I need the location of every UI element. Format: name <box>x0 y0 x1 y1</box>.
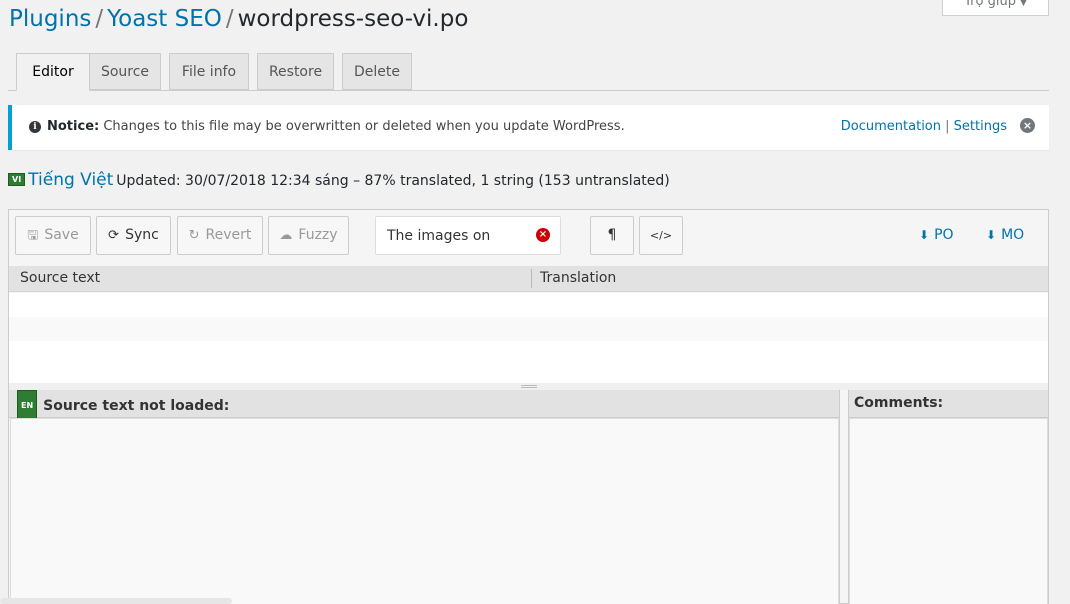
strings-grid-header: Source text Translation <box>9 266 1048 292</box>
documentation-link[interactable]: Documentation <box>841 119 941 134</box>
sync-label: Sync <box>125 227 159 243</box>
pilcrow-icon: ¶ <box>607 227 617 243</box>
code-icon: </> <box>649 229 673 242</box>
mo-label: MO <box>1001 227 1025 243</box>
dismiss-icon[interactable]: × <box>1020 118 1035 133</box>
breadcrumb-separator: / <box>95 6 104 32</box>
translation-column-header[interactable]: Translation <box>540 270 616 286</box>
notice-text: Changes to this file may be overwritten … <box>103 119 625 134</box>
tab-restore[interactable]: Restore <box>257 53 334 90</box>
tab-source[interactable]: Source <box>89 53 161 90</box>
source-text-area[interactable] <box>10 418 839 604</box>
download-icon: ⬇ <box>919 228 930 242</box>
table-row[interactable] <box>9 341 1048 365</box>
code-view-toggle-button[interactable]: </> <box>639 216 683 255</box>
save-label: Save <box>44 227 79 243</box>
notice-links: Documentation | Settings <box>841 119 1007 134</box>
revert-button[interactable]: ↻ Revert <box>177 216 263 255</box>
table-row[interactable] <box>9 317 1048 341</box>
sync-button[interactable]: ⟳ Sync <box>96 216 171 255</box>
source-pane: EN Source text not loaded: <box>9 390 840 604</box>
drag-handle-icon[interactable] <box>521 385 537 388</box>
info-icon: i <box>29 121 41 133</box>
cloud-icon: ☁ <box>279 228 293 243</box>
update-notice: i Notice: Changes to this file may be ov… <box>8 105 1049 150</box>
horizontal-scrollbar[interactable] <box>0 598 232 604</box>
breadcrumb: Plugins / Yoast SEO / wordpress-seo-vi.po <box>9 6 468 32</box>
filter-search: × <box>375 216 561 255</box>
locale-status-text: Updated: 30/07/2018 12:34 sáng – 87% tra… <box>116 173 670 189</box>
sync-icon: ⟳ <box>108 228 120 243</box>
revert-label: Revert <box>205 227 252 243</box>
source-text-column-header[interactable]: Source text <box>20 270 100 286</box>
comments-area[interactable] <box>849 418 1048 604</box>
save-button[interactable]: 🖫 Save <box>15 216 91 255</box>
notice-label: Notice: <box>47 119 100 134</box>
breadcrumb-plugins-link[interactable]: Plugins <box>9 6 91 32</box>
fuzzy-button[interactable]: ☁ Fuzzy <box>268 216 349 255</box>
fuzzy-label: Fuzzy <box>298 227 338 243</box>
comments-pane: Comments: <box>848 390 1048 604</box>
tab-file-info[interactable]: File info <box>169 53 249 90</box>
locale-flag: VI <box>8 173 26 186</box>
source-language-flag: EN <box>17 390 38 421</box>
download-po-link[interactable]: ⬇ PO <box>919 227 954 243</box>
settings-link[interactable]: Settings <box>954 119 1007 134</box>
source-pane-title: Source text not loaded: <box>43 398 230 414</box>
locale-name-link[interactable]: Tiếng Việt <box>28 170 113 190</box>
help-label: Trợ giúp <box>964 0 1016 9</box>
caret-down-icon: ▼ <box>1019 0 1027 8</box>
revert-icon: ↻ <box>188 228 200 243</box>
comments-pane-title: Comments: <box>849 390 1048 418</box>
invisibles-toggle-button[interactable]: ¶ <box>590 216 634 255</box>
help-tab[interactable]: Trợ giúp ▼ <box>942 0 1049 16</box>
po-label: PO <box>934 227 954 243</box>
strings-grid-body <box>9 293 1048 383</box>
download-icon: ⬇ <box>986 228 997 242</box>
notice-message: Notice: Changes to this file may be over… <box>47 119 625 134</box>
tab-delete[interactable]: Delete <box>342 53 412 90</box>
links-separator: | <box>945 119 950 134</box>
breadcrumb-current-file: wordpress-seo-vi.po <box>237 6 469 32</box>
editor-tabs: Editor Source File info Restore Delete <box>8 53 1049 91</box>
breadcrumb-plugin-link[interactable]: Yoast SEO <box>107 6 222 32</box>
source-pane-header: EN Source text not loaded: <box>9 390 839 421</box>
translation-editor: 🖫 Save ⟳ Sync ↻ Revert ☁ Fuzzy × ¶ </> ⬇ PO ⬇… <box>8 209 1049 604</box>
column-resize-handle[interactable] <box>531 269 532 288</box>
clear-search-icon[interactable]: × <box>536 228 550 242</box>
pane-splitter[interactable] <box>9 383 1048 390</box>
filter-input[interactable] <box>376 217 536 254</box>
breadcrumb-separator: / <box>225 6 234 32</box>
tab-editor[interactable]: Editor <box>16 53 90 91</box>
locale-status: VI Tiếng Việt Updated: 30/07/2018 12:34 sá… <box>8 170 670 190</box>
download-mo-link[interactable]: ⬇ MO <box>986 227 1024 243</box>
save-icon: 🖫 <box>27 228 39 243</box>
table-row[interactable] <box>9 293 1048 317</box>
